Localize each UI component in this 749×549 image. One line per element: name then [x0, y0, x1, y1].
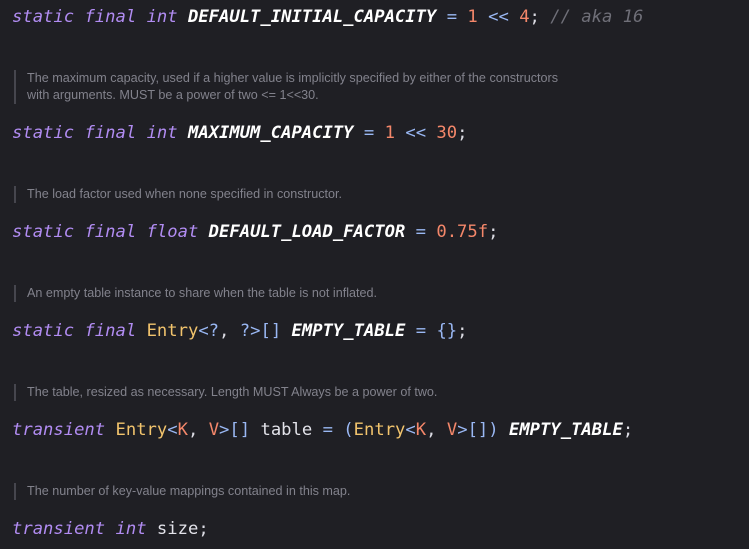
code-line-default-load-factor: static final float DEFAULT_LOAD_FACTOR =… [12, 221, 498, 243]
code-line-maximum-capacity: static final int MAXIMUM_CAPACITY = 1 <<… [12, 122, 467, 144]
keyword-int: int [146, 7, 178, 27]
keyword-static: static [12, 7, 75, 27]
semicolon: ; [488, 222, 499, 242]
array-brackets: [] [229, 420, 251, 440]
type-parameter: V [446, 420, 458, 440]
array-brackets: [] [467, 420, 489, 440]
shift-operator: << [405, 123, 427, 143]
wildcard: ? [208, 321, 220, 341]
braces: {} [436, 321, 458, 341]
field-name: size [156, 519, 199, 539]
doc-comment-size: The number of key-value mappings contain… [14, 483, 350, 500]
doc-comment-line: The maximum capacity, used if a higher v… [27, 71, 559, 85]
paren-close: ) [488, 420, 499, 440]
semicolon: ; [622, 420, 634, 440]
generic-open: < [198, 321, 209, 341]
semicolon: ; [457, 321, 468, 341]
keyword-final: final [84, 222, 137, 242]
number-literal: 4 [519, 7, 530, 27]
type-parameter: K [177, 420, 188, 440]
keyword-transient: transient [12, 519, 106, 539]
code-line-size: transient int size; [12, 518, 209, 540]
semicolon: ; [529, 7, 540, 27]
keyword-float: float [146, 222, 199, 242]
keyword-static: static [12, 321, 75, 341]
constant-name: EMPTY_TABLE [291, 321, 406, 341]
number-literal: 1 [384, 123, 395, 143]
doc-comment-line: The table, resized as necessary. Length … [27, 385, 438, 399]
semicolon: ; [457, 123, 468, 143]
doc-comment-maximum-capacity: The maximum capacity, used if a higher v… [14, 70, 558, 104]
doc-comment-line: The number of key-value mappings contain… [27, 484, 351, 498]
code-line-default-initial-capacity: static final int DEFAULT_INITIAL_CAPACIT… [12, 6, 643, 28]
shift-operator: << [488, 7, 509, 27]
generic-close: > [219, 420, 230, 440]
number-literal: 0.75f [436, 222, 489, 242]
doc-comment-empty-table: An empty table instance to share when th… [14, 285, 377, 302]
keyword-int: int [115, 519, 147, 539]
keyword-static: static [12, 123, 75, 143]
doc-comment-table: The table, resized as necessary. Length … [14, 384, 437, 401]
type-name: Entry [146, 321, 199, 341]
array-brackets: [] [260, 321, 282, 341]
code-line-empty-table: static final Entry<?, ?>[] EMPTY_TABLE =… [12, 320, 468, 342]
type-name: Entry [115, 420, 168, 440]
keyword-final: final [84, 123, 137, 143]
assign-operator: = [322, 420, 333, 440]
type-parameter: K [415, 420, 427, 440]
doc-comment-line: with arguments. MUST be a power of two <… [27, 88, 319, 102]
constant-name: MAXIMUM_CAPACITY [187, 123, 354, 143]
comma: , [219, 321, 230, 341]
comma: , [426, 420, 437, 440]
semicolon: ; [198, 519, 209, 539]
code-line-table: transient Entry<K, V>[] table = (Entry<K… [12, 419, 633, 441]
type-name: Entry [353, 420, 406, 440]
generic-close: > [457, 420, 468, 440]
keyword-int: int [146, 123, 178, 143]
assign-operator: = [415, 222, 426, 242]
constant-name: DEFAULT_LOAD_FACTOR [208, 222, 406, 242]
keyword-transient: transient [12, 420, 106, 440]
doc-comment-line: The load factor used when none specified… [27, 187, 343, 201]
constant-name: EMPTY_TABLE [508, 420, 623, 440]
keyword-static: static [12, 222, 75, 242]
paren-open: ( [343, 420, 354, 440]
line-comment: // aka 16 [550, 7, 644, 27]
generic-open: < [167, 420, 178, 440]
doc-comment-line: An empty table instance to share when th… [27, 286, 378, 300]
assign-operator: = [363, 123, 375, 143]
type-parameter: V [208, 420, 220, 440]
assign-operator: = [415, 321, 427, 341]
generic-open: < [405, 420, 416, 440]
field-name: table [260, 420, 313, 440]
number-literal: 30 [436, 123, 458, 143]
keyword-final: final [84, 7, 137, 27]
generic-close: > [250, 321, 261, 341]
keyword-final: final [84, 321, 137, 341]
comma: , [187, 420, 199, 440]
assign-operator: = [446, 7, 458, 27]
wildcard: ? [239, 321, 251, 341]
doc-comment-load-factor: The load factor used when none specified… [14, 186, 342, 203]
number-literal: 1 [467, 7, 478, 27]
constant-name: DEFAULT_INITIAL_CAPACITY [187, 7, 437, 27]
